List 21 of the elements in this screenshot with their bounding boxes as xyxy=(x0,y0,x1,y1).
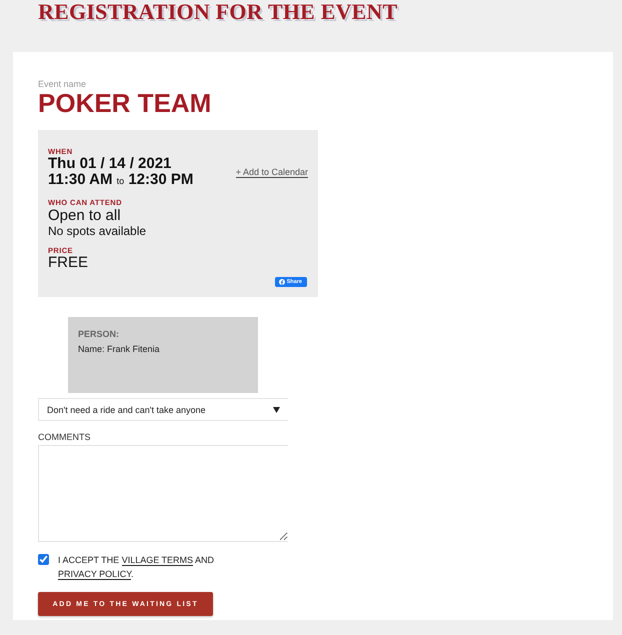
comments-field[interactable] xyxy=(38,445,288,542)
add-to-calendar-link[interactable]: + Add to Calendar xyxy=(236,167,308,178)
terms-checkbox[interactable] xyxy=(38,554,49,565)
circle-f-icon xyxy=(278,279,285,285)
attendance-value: Open to all xyxy=(48,207,122,224)
terms-text: I ACCEPT THE VILLAGE TERMS AND PRIVACY POLICY. xyxy=(58,554,216,581)
event-time: 11:30 AM to 12:30 PM xyxy=(48,172,194,189)
ride-select-value: Don't need a ride and can't take anyone xyxy=(47,404,206,414)
event-name: POKER TEAM xyxy=(38,90,212,116)
comments-label: COMMENTS xyxy=(38,432,90,442)
page-title: REGISTRATION FOR THE EVENT xyxy=(38,0,398,24)
person-name: Name: Frank Fitenia xyxy=(78,344,161,355)
terms-link[interactable]: PRIVACY POLICY xyxy=(58,569,132,580)
caret-icon xyxy=(273,406,280,412)
availability-text: No spots available xyxy=(48,224,148,238)
event-date: Thu 01 / 14 / 2021 xyxy=(48,156,172,172)
ride-select[interactable]: Don't need a ride and can't take anyone xyxy=(38,398,288,421)
price-value: FREE xyxy=(48,255,90,271)
terms-link[interactable]: VILLAGE TERMS xyxy=(122,555,194,566)
event-name-label: Event name xyxy=(38,79,86,89)
person-heading: PERSON: xyxy=(78,329,120,340)
